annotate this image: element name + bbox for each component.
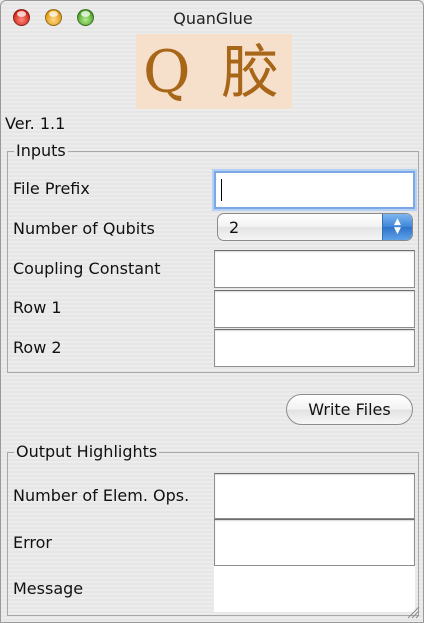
text-caret xyxy=(221,179,222,201)
message-label: Message xyxy=(13,579,84,598)
number-of-elem-ops-field[interactable] xyxy=(214,473,415,519)
up-down-arrows-icon: ▲ ▼ xyxy=(382,214,412,240)
title-bar[interactable]: QuanGlue xyxy=(1,1,423,37)
resize-grip-icon[interactable] xyxy=(406,605,420,619)
error-label: Error xyxy=(13,533,52,552)
inputs-legend: Inputs xyxy=(16,141,66,160)
output-highlights-legend: Output Highlights xyxy=(16,442,158,461)
main-window: QuanGlue Q 胶 Ver. 1.1 Inputs File Prefix… xyxy=(0,0,424,623)
row-2-label: Row 2 xyxy=(13,338,62,357)
file-prefix-input[interactable] xyxy=(214,171,415,209)
app-logo: Q 胶 xyxy=(136,34,292,109)
number-of-elem-ops-label: Number of Elem. Ops. xyxy=(13,486,190,505)
version-label: Ver. 1.1 xyxy=(5,114,66,133)
file-prefix-label: File Prefix xyxy=(13,179,90,198)
window-title: QuanGlue xyxy=(173,9,253,28)
coupling-constant-label: Coupling Constant xyxy=(13,259,161,278)
row-1-input[interactable] xyxy=(214,290,415,328)
row-1-label: Row 1 xyxy=(13,298,62,317)
number-of-qubits-label: Number of Qubits xyxy=(13,219,155,238)
number-of-qubits-value: 2 xyxy=(229,218,240,237)
message-area[interactable] xyxy=(214,566,415,612)
row-2-input[interactable] xyxy=(214,329,415,367)
error-field[interactable] xyxy=(214,519,415,566)
coupling-constant-input[interactable] xyxy=(214,250,415,288)
number-of-qubits-select[interactable]: 2 ▲ ▼ xyxy=(217,213,413,241)
write-files-button[interactable]: Write Files xyxy=(286,394,413,425)
